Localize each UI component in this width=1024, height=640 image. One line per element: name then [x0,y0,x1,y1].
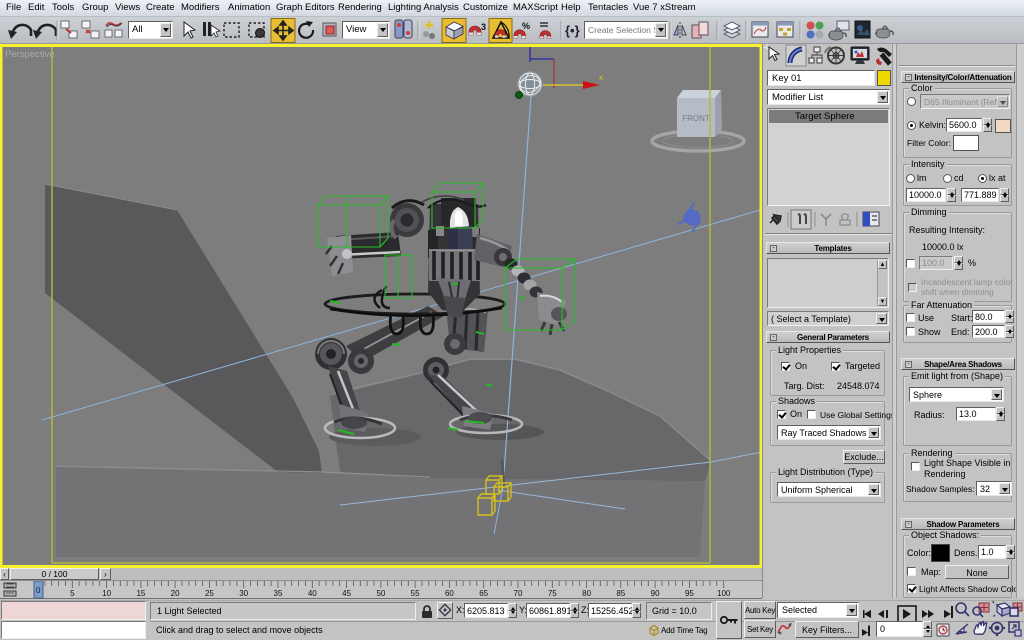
svg-text:60: 60 [445,589,454,598]
svg-text:{•}: {•} [565,23,580,38]
svg-text:90: 90 [651,589,660,598]
svg-text:100: 100 [717,589,731,598]
svg-text:70: 70 [514,589,523,598]
svg-text:95: 95 [685,589,694,598]
svg-text:40: 40 [308,589,317,598]
svg-text:50: 50 [376,589,385,598]
svg-text:20: 20 [171,589,180,598]
svg-text:%: % [522,21,530,31]
svg-text:FRONT: FRONT [682,114,710,123]
svg-text:55: 55 [411,589,420,598]
svg-text:25: 25 [205,589,214,598]
svg-text:35: 35 [274,589,283,598]
svg-text:Perspective: Perspective [5,49,55,60]
svg-text:45: 45 [342,589,351,598]
svg-text:0: 0 [36,586,41,595]
svg-text:10: 10 [102,589,111,598]
svg-text:x: x [599,72,604,82]
svg-text:30: 30 [239,589,248,598]
svg-text:5: 5 [70,589,75,598]
svg-text:3: 3 [481,22,486,32]
svg-text:85: 85 [616,589,625,598]
svg-text:80: 80 [582,589,591,598]
svg-text:15: 15 [136,589,145,598]
svg-text:65: 65 [479,589,488,598]
svg-text:75: 75 [548,589,557,598]
